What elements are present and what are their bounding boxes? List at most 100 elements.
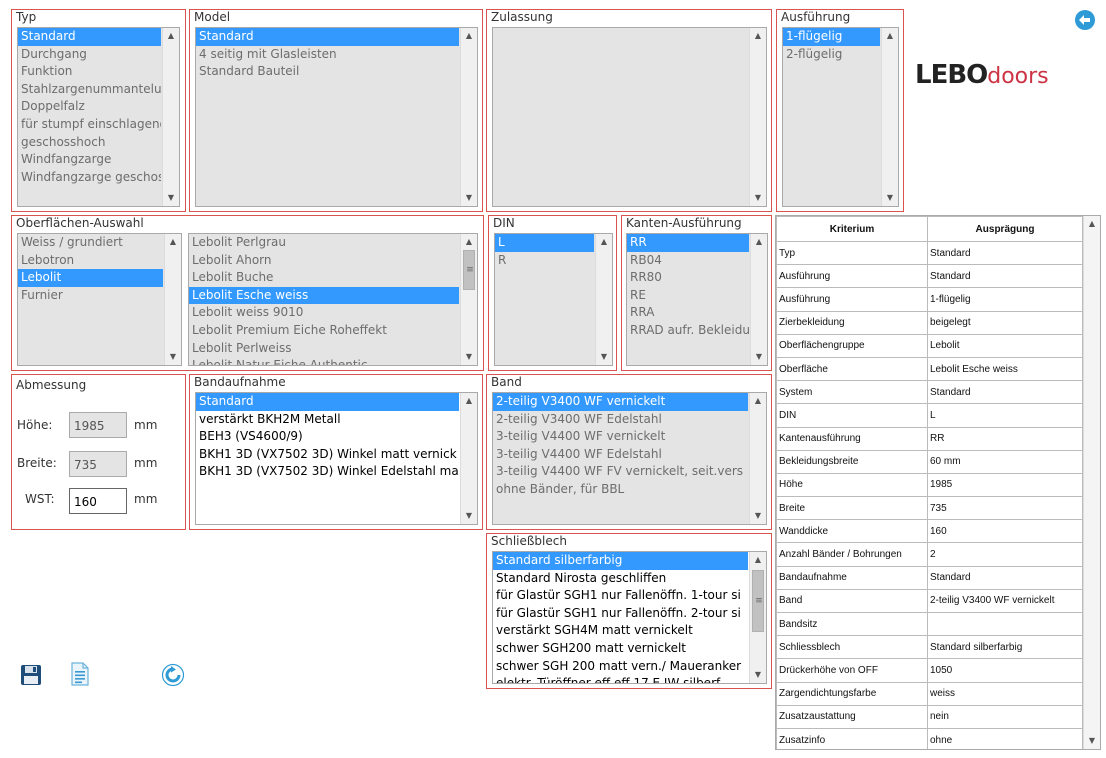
list-item[interactable]: Standard — [18, 28, 161, 46]
list-item[interactable]: 4 seitig mit Glasleisten — [196, 46, 459, 64]
schliessblech-listbox[interactable]: Standard silberfarbig Standard Nirosta ge… — [492, 551, 767, 684]
summary-scrollbar[interactable]: ▲ ▼ — [1083, 216, 1100, 749]
list-item[interactable]: Lebotron — [18, 252, 163, 270]
oberflaechen-group-listbox[interactable]: Weiss / grundiert Lebotron Lebolit Furnier … — [17, 233, 182, 366]
list-item[interactable]: RB04 — [627, 252, 749, 270]
list-item[interactable]: Furnier — [18, 287, 163, 305]
list-item[interactable]: Doppelfalz — [18, 98, 161, 116]
scroll-down-icon[interactable]: ▼ — [750, 508, 766, 524]
list-item[interactable]: elektr. Türöffner eff eff 17 E JW silber… — [493, 675, 748, 683]
list-item[interactable]: für Glastür SGH1 nur Fallenöffn. 1-tour … — [493, 587, 748, 605]
scroll-down-icon[interactable]: ▼ — [163, 190, 179, 206]
list-item[interactable]: verstärkt BKH2M Metall — [196, 411, 459, 429]
list-item[interactable]: Lebolit Esche weiss — [189, 286, 459, 305]
oberflaeche-listbox[interactable]: Lebolit Perlgrau Lebolit Ahorn Lebolit Buc… — [188, 233, 478, 366]
scroll-down-icon[interactable]: ▼ — [882, 190, 898, 206]
scroll-down-icon[interactable]: ▼ — [750, 667, 766, 683]
band-listbox[interactable]: 2-teilig V3400 WF vernickelt 2-teilig V34… — [492, 392, 767, 525]
list-item[interactable]: L — [495, 234, 594, 252]
list-item[interactable]: ohne Bänder, für BBL — [493, 481, 748, 499]
scroll-up-icon[interactable]: ▲ — [461, 28, 477, 44]
list-item[interactable]: RE — [627, 287, 749, 305]
bandaufnahme-listbox[interactable]: Standard verstärkt BKH2M Metall BEH3 (VS46… — [195, 392, 478, 525]
scroll-down-icon[interactable]: ▼ — [461, 349, 477, 365]
list-item[interactable]: verstärkt SGH4M matt vernickelt — [493, 622, 748, 640]
breite-input[interactable]: 735 — [69, 451, 127, 477]
list-item[interactable]: BKH1 3D (VX7502 3D) Winkel matt vernick — [196, 446, 459, 464]
scroll-up-icon[interactable]: ▲ — [1084, 216, 1100, 232]
din-scrollbar[interactable]: ▲ ▼ — [595, 234, 612, 365]
save-icon[interactable] — [20, 664, 42, 686]
kanten-listbox[interactable]: RR RB04 RR80 RE RRA RRAD aufr. Bekleidu ▲ ▼ — [626, 233, 768, 366]
list-item[interactable]: R — [495, 252, 594, 270]
list-item[interactable]: schwer SGH 200 matt vern./ Maueranker — [493, 658, 748, 676]
list-item[interactable]: Standard silberfarbig — [493, 552, 748, 570]
list-item[interactable]: Standard — [196, 393, 459, 411]
zulassung-scrollbar[interactable]: ▲ ▼ — [749, 28, 766, 206]
list-item[interactable]: Windfangzarge — [18, 151, 161, 169]
schliessblech-scrollbar[interactable]: ▲ ≡ ▼ — [749, 552, 766, 683]
list-item[interactable]: BKH1 3D (VX7502 3D) Winkel Edelstahl ma — [196, 463, 459, 481]
list-item[interactable]: Standard — [196, 28, 459, 46]
list-item[interactable]: Lebolit Ahorn — [189, 252, 459, 270]
scroll-up-icon[interactable]: ▲ — [596, 234, 612, 250]
list-item[interactable]: 3-teilig V4400 WF Edelstahl — [493, 446, 748, 464]
scroll-up-icon[interactable]: ▲ — [751, 234, 767, 250]
typ-scrollbar[interactable]: ▲ ▼ — [162, 28, 179, 206]
ausfuehrung-scrollbar[interactable]: ▲ ▼ — [881, 28, 898, 206]
oberflaeche-scrollbar[interactable]: ▲ ≡ ▼ — [460, 234, 477, 365]
scroll-down-icon[interactable]: ▼ — [461, 190, 477, 206]
scroll-down-icon[interactable]: ▼ — [461, 508, 477, 524]
list-item[interactable]: Windfangzarge geschos — [18, 169, 161, 187]
list-item[interactable]: schwer SGH200 matt vernickelt — [493, 640, 748, 658]
wst-input[interactable]: 160 — [69, 488, 127, 514]
list-item[interactable]: Lebolit Buche — [189, 269, 459, 287]
scroll-down-icon[interactable]: ▼ — [165, 349, 181, 365]
scroll-up-icon[interactable]: ▲ — [750, 393, 766, 409]
ausfuehrung-listbox[interactable]: 1-flügelig 2-flügelig ▲ ▼ — [782, 27, 899, 207]
kanten-scrollbar[interactable]: ▲ ▼ — [750, 234, 767, 365]
scroll-up-icon[interactable]: ▲ — [461, 393, 477, 409]
document-icon[interactable] — [70, 662, 90, 686]
din-listbox[interactable]: LR ▲ ▼ — [494, 233, 613, 366]
list-item[interactable]: 3-teilig V4400 WF vernickelt — [493, 428, 748, 446]
scroll-up-icon[interactable]: ▲ — [461, 234, 477, 250]
list-item[interactable]: RRAD aufr. Bekleidu — [627, 322, 749, 340]
list-item[interactable]: 1-flügelig — [783, 28, 880, 46]
list-item[interactable]: Durchgang — [18, 46, 161, 64]
bandaufnahme-scrollbar[interactable]: ▲ ▼ — [460, 393, 477, 524]
list-item[interactable]: 2-teilig V3400 WF Edelstahl — [493, 411, 748, 429]
scroll-up-icon[interactable]: ▲ — [750, 552, 766, 568]
list-item[interactable]: Lebolit Natur Eiche Authentic — [189, 357, 459, 365]
list-item[interactable]: 2-teilig V3400 WF vernickelt — [493, 393, 748, 411]
band-scrollbar[interactable]: ▲ ▼ — [749, 393, 766, 524]
list-item[interactable]: 2-flügelig — [783, 46, 880, 64]
list-item[interactable]: Lebolit Premium Eiche Roheffekt — [189, 322, 459, 340]
list-item[interactable]: Stahlzargenummantelu — [18, 81, 161, 99]
list-item[interactable]: BEH3 (VS4600/9) — [196, 428, 459, 446]
list-item[interactable]: Standard Nirosta geschliffen — [493, 570, 748, 588]
scroll-up-icon[interactable]: ▲ — [882, 28, 898, 44]
list-item[interactable]: RR80 — [627, 269, 749, 287]
model-listbox[interactable]: Standard 4 seitig mit Glasleisten Standard… — [195, 27, 478, 207]
list-item[interactable]: 3-teilig V4400 WF FV vernickelt, seit.ve… — [493, 463, 748, 481]
refresh-icon[interactable] — [161, 663, 185, 687]
scroll-thumb[interactable]: ≡ — [463, 250, 475, 290]
scroll-up-icon[interactable]: ▲ — [163, 28, 179, 44]
list-item[interactable]: RRA — [627, 304, 749, 322]
list-item[interactable]: für Glastür SGH1 nur Fallenöffn. 2-tour … — [493, 605, 748, 623]
scroll-up-icon[interactable]: ▲ — [165, 234, 181, 250]
list-item[interactable]: Lebolit Perlgrau — [189, 234, 459, 252]
scroll-down-icon[interactable]: ▼ — [1084, 733, 1100, 749]
zulassung-listbox[interactable]: ▲ ▼ — [492, 27, 767, 207]
list-item[interactable]: Lebolit weiss 9010 — [189, 304, 459, 322]
list-item[interactable]: Funktion — [18, 63, 161, 81]
back-arrow-icon[interactable] — [1074, 9, 1096, 31]
list-item[interactable]: Lebolit — [18, 269, 163, 287]
scroll-down-icon[interactable]: ▼ — [750, 190, 766, 206]
list-item[interactable]: RR — [627, 234, 749, 252]
list-item[interactable]: für stumpf einschlagend — [18, 116, 161, 134]
scroll-up-icon[interactable]: ▲ — [750, 28, 766, 44]
scroll-down-icon[interactable]: ▼ — [751, 349, 767, 365]
list-item[interactable]: geschosshoch — [18, 134, 161, 152]
